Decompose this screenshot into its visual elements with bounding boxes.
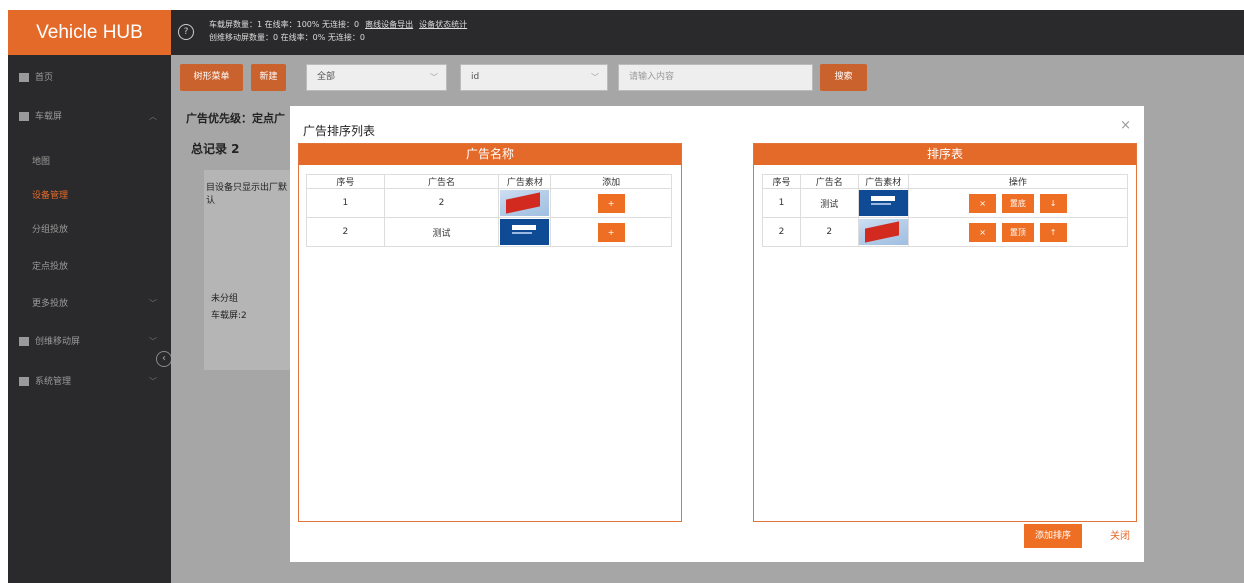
remove-button[interactable]: × [969, 193, 997, 213]
card-notice: 目设备只显示出厂默认 [206, 183, 288, 206]
ad-sort-modal: 广告排序列表 × 广告名称 序号 广告名 广告素材 添加 1 2 + 2 测试 … [290, 106, 1144, 562]
sidebar-item-fixed-delivery[interactable]: 定点投放 [8, 252, 171, 282]
tree-menu-button[interactable]: 树形菜单 [180, 64, 243, 91]
chevron-down-icon: ﹀ [149, 377, 157, 386]
sidebar-item-map[interactable]: 地图 [8, 147, 171, 177]
sidebar-item-device-management[interactable]: 设备管理 [8, 181, 171, 211]
settings-icon [19, 377, 29, 386]
add-button[interactable]: + [597, 222, 625, 242]
chevron-down-icon: ﹀ [430, 73, 438, 82]
ad-thumbnail-logo [858, 190, 908, 216]
priority-label: 广告优先级：定点广 [186, 112, 285, 125]
panel-heading: 广告名称 [299, 144, 681, 165]
move-bottom-button[interactable]: 置底 [1001, 193, 1034, 213]
ad-thumbnail-flag [858, 219, 908, 245]
col-header: 广告名 [799, 174, 859, 189]
panel-heading: 排序表 [754, 144, 1136, 165]
search-input[interactable]: 请输入内容 [618, 64, 813, 91]
top-bar: Vehicle HUB ? 车载屏数量：1 在线率：100% 无连接：0 离线设备… [8, 10, 1244, 55]
sidebar-item-home[interactable]: 首页 [8, 63, 171, 93]
stats-line-1: 车载屏数量：1 在线率：100% 无连接：0 [209, 20, 360, 29]
field-select[interactable]: id ﹀ [460, 64, 608, 91]
sidebar-item-system-management[interactable]: 系统管理 ﹀ [8, 367, 171, 397]
sort-panel: 排序表 序号 广告名 广告素材 操作 1 测试 × 置底 ↓ 2 2 × 置顶 … [753, 143, 1137, 522]
table-row: 2 测试 + [306, 217, 672, 247]
total-records: 总记录 2 [191, 142, 240, 156]
ad-thumbnail-logo [500, 219, 550, 245]
row-name: 测试 [383, 217, 500, 247]
export-offline-link[interactable]: 离线设备导出 [365, 20, 413, 29]
screen-count: 车载屏:2 [211, 311, 247, 321]
close-link[interactable]: 关闭 [1110, 527, 1130, 542]
device-status-link[interactable]: 设备状态统计 [419, 20, 467, 29]
device-card[interactable]: 目设备只显示出厂默认 未分组 车载屏:2 [204, 170, 294, 370]
sidebar-item-more-delivery[interactable]: 更多投放 ﹀ [8, 289, 171, 319]
move-down-button[interactable]: ↓ [1039, 193, 1067, 213]
table-row: 1 测试 × 置底 ↓ [762, 188, 1129, 218]
col-header: 添加 [550, 174, 672, 189]
row-index: 2 [762, 217, 801, 247]
chevron-left-icon[interactable]: ‹ [156, 351, 172, 367]
col-header: 广告素材 [498, 174, 552, 189]
sidebar-item-skyworth-screen[interactable]: 创维移动屏 ﹀ [8, 327, 171, 357]
close-icon[interactable]: × [1120, 118, 1131, 133]
brand-logo[interactable]: Vehicle HUB [8, 10, 171, 55]
remove-button[interactable]: × [969, 222, 997, 242]
chevron-down-icon: ﹀ [591, 73, 599, 82]
row-name: 2 [383, 188, 500, 218]
help-circle-icon[interactable]: ? [178, 24, 194, 40]
modal-title: 广告排序列表 [303, 124, 376, 138]
col-header: 序号 [762, 174, 801, 189]
sidebar: 首页 车载屏 ︿ 地图 设备管理 分组投放 定点投放 更多投放 ﹀ 创维移动屏 ﹀ 系… [8, 55, 172, 583]
col-header: 操作 [907, 174, 1129, 189]
row-index: 2 [306, 217, 385, 247]
table-row: 2 2 × 置顶 ↑ [762, 217, 1129, 247]
filter-select[interactable]: 全部 ﹀ [306, 64, 447, 91]
table-row: 1 2 + [306, 188, 672, 218]
row-index: 1 [306, 188, 385, 218]
ad-thumbnail-flag [500, 190, 550, 216]
group-name: 未分组 [211, 294, 239, 304]
new-button[interactable]: 新建 [251, 64, 286, 91]
home-icon [19, 73, 29, 82]
col-header: 广告素材 [857, 174, 909, 189]
row-index: 1 [762, 188, 801, 218]
ad-list-panel: 广告名称 序号 广告名 广告素材 添加 1 2 + 2 测试 + [298, 143, 682, 522]
car-icon [19, 112, 29, 121]
row-name: 2 [799, 217, 859, 247]
device-icon [19, 337, 29, 346]
col-header: 序号 [306, 174, 385, 189]
move-up-button[interactable]: ↑ [1039, 222, 1067, 242]
row-name: 测试 [799, 188, 859, 218]
ad-list-table: 序号 广告名 广告素材 添加 1 2 + 2 测试 + [306, 174, 672, 247]
stats-line-2: 创维移动屏数量：0 在线率：0% 无连接：0 [209, 33, 365, 42]
add-button[interactable]: + [597, 193, 625, 213]
sort-table: 序号 广告名 广告素材 操作 1 测试 × 置底 ↓ 2 2 × 置顶 ↑ [762, 174, 1129, 247]
stats-panel: 车载屏数量：1 在线率：100% 无连接：0 离线设备导出 设备状态统计 创维移动屏… [209, 18, 467, 44]
chevron-down-icon: ﹀ [149, 299, 157, 308]
move-top-button[interactable]: 置顶 [1001, 222, 1034, 242]
search-button[interactable]: 搜索 [820, 64, 867, 91]
sidebar-item-car-screen[interactable]: 车载屏 ︿ [8, 102, 171, 132]
chevron-up-icon: ︿ [149, 112, 157, 121]
col-header: 广告名 [383, 174, 500, 189]
sidebar-item-group-delivery[interactable]: 分组投放 [8, 215, 171, 245]
add-sort-button[interactable]: 添加排序 [1024, 524, 1082, 548]
chevron-down-icon: ﹀ [149, 337, 157, 346]
